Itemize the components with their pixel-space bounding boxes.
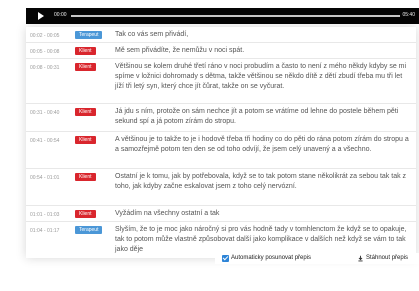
auto-scroll-checkbox[interactable] <box>222 255 229 262</box>
speaker-badge-klient: Klient <box>75 108 96 116</box>
progress-slider[interactable] <box>71 15 400 17</box>
transcript-row[interactable]: 01:01 - 01:03 Klient Vyžádím na všechny … <box>26 206 416 222</box>
timestamp: 00:31 - 00:40 <box>30 110 60 116</box>
transcript-row[interactable]: 00:54 - 01:01 Klient Ostatní je k tomu, … <box>26 169 416 206</box>
speaker-badge-terapeut: Terapeut <box>75 226 103 234</box>
download-icon[interactable] <box>357 255 364 262</box>
timestamp: 00:54 - 01:01 <box>30 175 60 181</box>
transcript-text: Mě sem přivádíte, že nemůžu v noci spát. <box>115 47 245 54</box>
transcript-text: Vyžádím na všechny ostatní a tak <box>115 210 220 217</box>
transcript-list: 00:02 - 00:05 Terapeut Tak co vás sem př… <box>26 27 416 258</box>
speaker-badge-klient: Klient <box>75 210 96 218</box>
transcript-text: Většinou se kolem druhé třetí ráno v noc… <box>115 63 407 90</box>
transcript-text: Tak co vás sem přivádí, <box>115 31 189 38</box>
transcript-player-page: 00:00 05:40 00:02 - 00:05 Terapeut Tak c… <box>0 0 419 291</box>
speaker-badge-terapeut: Terapeut <box>75 31 103 39</box>
speaker-badge-klient: Klient <box>75 63 96 71</box>
transcript-text: Ostatní je k tomu, jak by potřebovala, k… <box>115 173 407 190</box>
timestamp: 00:41 - 00:54 <box>30 138 60 144</box>
transcript-text: Já jdu s ním, protože on sám nechce jít … <box>115 108 399 125</box>
transcript-row[interactable]: 00:41 - 00:54 Klient A většinou je to ta… <box>26 132 416 169</box>
timestamp: 00:08 - 00:31 <box>30 65 60 71</box>
transcript-panel[interactable]: 00:02 - 00:05 Terapeut Tak co vás sem př… <box>26 27 416 258</box>
timestamp: 00:05 - 00:08 <box>30 49 60 55</box>
auto-scroll-label[interactable]: Automaticky posunovat přepis <box>231 255 311 262</box>
transcript-row[interactable]: 00:02 - 00:05 Terapeut Tak co vás sem př… <box>26 27 416 43</box>
duration-time: 05:40 <box>402 12 415 18</box>
transcript-row[interactable]: 00:05 - 00:08 Klient Mě sem přivádíte, ž… <box>26 43 416 59</box>
transcript-text: Slyším, že to je moc jako náročný si pro… <box>115 226 407 253</box>
speaker-badge-klient: Klient <box>75 136 96 144</box>
download-transcript-button[interactable]: Stáhnout přepis <box>366 255 408 262</box>
timestamp: 01:04 - 01:17 <box>30 228 60 234</box>
speaker-badge-klient: Klient <box>75 47 96 55</box>
transcript-row[interactable]: 00:08 - 00:31 Klient Většinou se kolem d… <box>26 59 416 104</box>
current-time: 00:00 <box>54 12 67 18</box>
transcript-row[interactable]: 00:31 - 00:40 Klient Já jdu s ním, proto… <box>26 104 416 132</box>
timestamp: 01:01 - 01:03 <box>30 212 60 218</box>
speaker-badge-klient: Klient <box>75 173 96 181</box>
transcript-text: A většinou je to takže to je i hodově tř… <box>115 136 409 153</box>
transcript-footer: Automaticky posunovat přepis Stáhnout př… <box>215 253 419 264</box>
audio-player[interactable]: 00:00 05:40 <box>26 8 419 24</box>
timestamp: 00:02 - 00:05 <box>30 33 60 39</box>
play-icon[interactable] <box>38 12 44 20</box>
